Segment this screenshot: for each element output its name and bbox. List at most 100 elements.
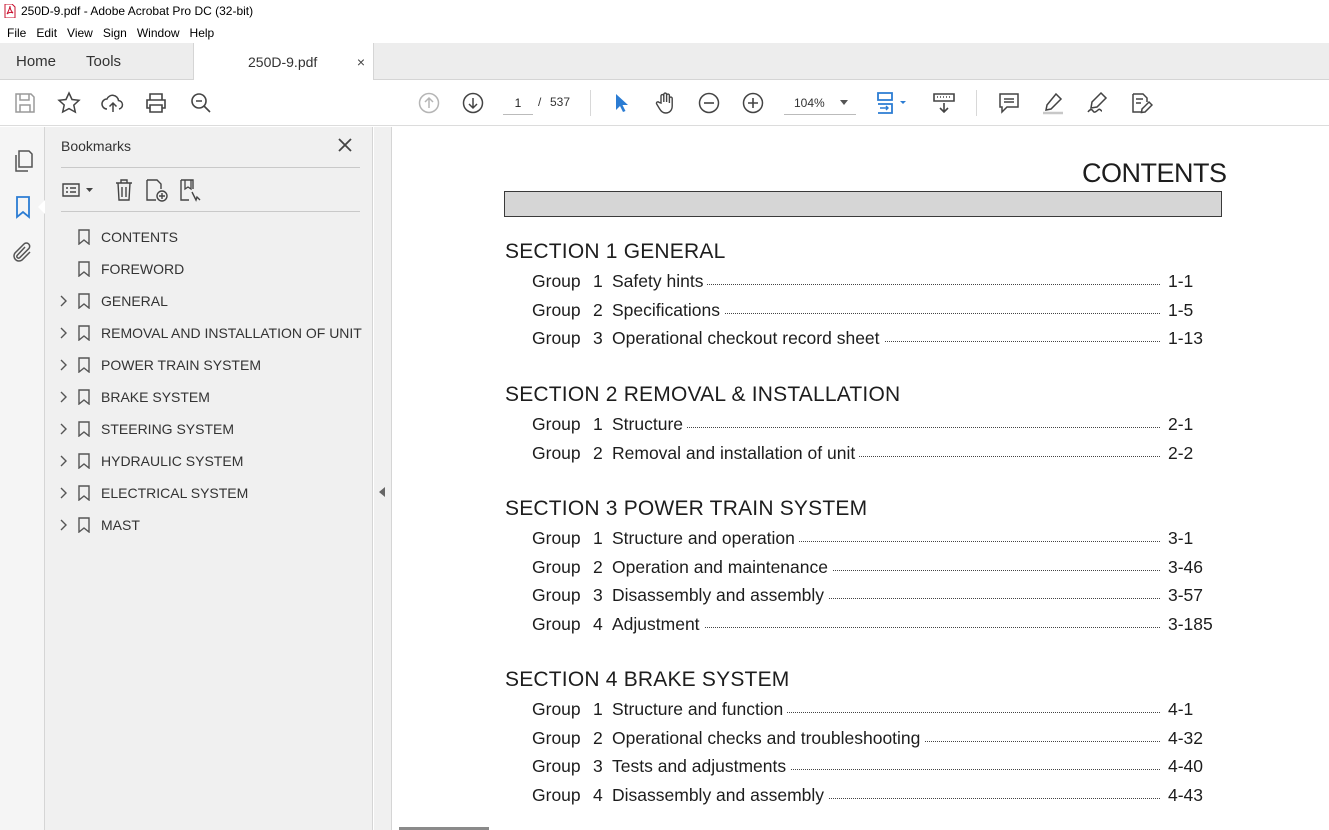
print-icon[interactable] — [144, 91, 168, 115]
bookmark-item-contents[interactable]: CONTENTS — [45, 221, 373, 253]
bookmark-icon — [78, 325, 90, 341]
chevron-right-icon[interactable] — [58, 295, 68, 307]
page-ref: 3-185 — [1168, 613, 1213, 634]
attachments-icon[interactable] — [11, 241, 35, 265]
menu-edit[interactable]: Edit — [31, 26, 62, 40]
sign-icon[interactable] — [1085, 91, 1109, 115]
new-bookmark-icon[interactable] — [143, 177, 169, 203]
page-ref: 4-32 — [1168, 727, 1204, 748]
group-title: Disassembly and assembly — [612, 784, 829, 806]
prev-page-icon[interactable] — [417, 91, 441, 115]
zoom-value: 104% — [794, 95, 825, 110]
menu-help[interactable]: Help — [185, 26, 220, 40]
section-heading[interactable]: SECTION 4 BRAKE SYSTEM — [505, 668, 1225, 696]
close-tab-icon[interactable]: × — [357, 54, 365, 70]
menu-bar: File Edit View Sign Window Help — [0, 22, 1329, 43]
section-heading[interactable]: SECTION 1 GENERAL — [505, 240, 1225, 268]
tab-document[interactable]: 250D-9.pdf × — [193, 43, 375, 81]
menu-view[interactable]: View — [62, 26, 98, 40]
comment-icon[interactable] — [997, 91, 1021, 115]
delete-bookmark-icon[interactable] — [111, 177, 137, 203]
page-ref: 2-1 — [1168, 414, 1194, 434]
select-cursor-icon[interactable] — [609, 91, 633, 115]
page-ref: 4-43 — [1168, 784, 1204, 805]
toc-entry[interactable]: Group 3 Disassembly and assembly 3-57 — [505, 582, 1225, 611]
close-icon[interactable] — [336, 136, 354, 154]
group-title: Safety hints — [612, 271, 708, 292]
menu-window[interactable]: Window — [132, 26, 185, 40]
page-layout-icon[interactable] — [876, 91, 912, 115]
chevron-right-icon[interactable] — [58, 455, 68, 467]
chevron-down-icon — [840, 100, 848, 105]
bookmark-item-foreword[interactable]: FOREWORD — [45, 253, 373, 285]
zoom-select[interactable]: 104% — [784, 91, 856, 115]
toc-entry[interactable]: Group 3 Operational checkout record shee… — [505, 325, 1225, 354]
collapse-panel-icon[interactable] — [379, 487, 385, 497]
chevron-right-icon[interactable] — [58, 519, 68, 531]
bookmark-item-power-train[interactable]: POWER TRAIN SYSTEM — [45, 349, 373, 381]
page-thumbnails-icon[interactable] — [11, 149, 35, 173]
group-label: Group — [532, 528, 581, 548]
toc-entry[interactable]: Group 4 Disassembly and assembly 4-43 — [505, 782, 1225, 811]
chevron-right-icon[interactable] — [58, 327, 68, 339]
toc-entry[interactable]: Group 1 Safety hints 1-1 — [505, 268, 1225, 297]
divider — [61, 211, 360, 212]
document-view[interactable]: CONTENTS SECTION 1 GENERAL Group 1 Safet… — [392, 127, 1329, 830]
group-label: Group — [532, 414, 581, 434]
navigation-rail — [0, 127, 45, 830]
find-bookmark-icon[interactable] — [177, 177, 203, 203]
toc-entry[interactable]: Group 1 Structure 2-1 — [505, 411, 1225, 440]
bookmarks-panel-icon[interactable] — [11, 195, 35, 219]
bookmark-item-removal-installation[interactable]: REMOVAL AND INSTALLATION OF UNIT — [45, 317, 373, 349]
page-ref: 2-2 — [1168, 442, 1194, 463]
menu-file[interactable]: File — [0, 26, 31, 40]
toc-entry[interactable]: Group 3 Tests and adjustments 4-40 — [505, 753, 1225, 782]
toc-entry[interactable]: Group 2 Removal and installation of unit… — [505, 440, 1225, 469]
hand-icon[interactable] — [653, 91, 677, 115]
chevron-right-icon[interactable] — [58, 487, 68, 499]
bookmark-item-hydraulic[interactable]: HYDRAULIC SYSTEM — [45, 445, 373, 477]
toc-entry[interactable]: Group 4 Adjustment 3-185 — [505, 611, 1225, 640]
bookmark-item-mast[interactable]: MAST — [45, 509, 373, 541]
tab-home[interactable]: Home — [0, 43, 56, 79]
bookmark-item-general[interactable]: GENERAL — [45, 285, 373, 317]
chevron-right-icon[interactable] — [58, 423, 68, 435]
group-number: 2 — [593, 727, 603, 748]
toc-entry[interactable]: Group 1 Structure and function 4-1 — [505, 696, 1225, 725]
toolbar-divider — [590, 90, 591, 116]
window-title: 250D-9.pdf - Adobe Acrobat Pro DC (32-bi… — [21, 4, 254, 18]
upload-icon[interactable] — [101, 91, 125, 115]
find-icon[interactable] — [189, 91, 213, 115]
tab-tools[interactable]: Tools — [56, 43, 193, 79]
bookmark-options-icon[interactable] — [61, 177, 95, 203]
section-heading[interactable]: SECTION 2 REMOVAL & INSTALLATION — [505, 383, 1225, 411]
page-ref: 1-5 — [1168, 299, 1194, 320]
toc-entry[interactable]: Group 2 Operation and maintenance 3-46 — [505, 554, 1225, 583]
bookmark-label: STEERING SYSTEM — [101, 421, 235, 437]
zoom-out-icon[interactable] — [697, 91, 721, 115]
highlight-icon[interactable] — [1041, 91, 1065, 115]
save-icon[interactable] — [13, 91, 37, 115]
group-number: 2 — [593, 299, 603, 320]
bookmark-item-electrical[interactable]: ELECTRICAL SYSTEM — [45, 477, 373, 509]
page-number-input[interactable] — [503, 91, 533, 115]
chevron-right-icon[interactable] — [58, 391, 68, 403]
next-page-icon[interactable] — [461, 91, 485, 115]
section-heading[interactable]: SECTION 3 POWER TRAIN SYSTEM — [505, 497, 1225, 525]
toc-entry[interactable]: Group 2 Operational checks and troublesh… — [505, 725, 1225, 754]
edit-icon[interactable] — [1129, 91, 1153, 115]
chevron-right-icon[interactable] — [58, 359, 68, 371]
zoom-in-icon[interactable] — [741, 91, 765, 115]
star-icon[interactable] — [57, 91, 81, 115]
bookmark-item-brake[interactable]: BRAKE SYSTEM — [45, 381, 373, 413]
menu-sign[interactable]: Sign — [98, 26, 132, 40]
contents-heading: CONTENTS — [1082, 158, 1227, 188]
panel-splitter[interactable] — [374, 127, 392, 830]
bookmark-item-steering[interactable]: STEERING SYSTEM — [45, 413, 373, 445]
toc-entry[interactable]: Group 1 Structure and operation 3-1 — [505, 525, 1225, 554]
bookmark-label: FOREWORD — [101, 261, 185, 277]
toc-entry[interactable]: Group 2 Specifications 1-5 — [505, 297, 1225, 326]
tab-bar: Home Tools 250D-9.pdf × — [0, 43, 1329, 81]
group-number: 3 — [593, 756, 603, 777]
scroll-mode-icon[interactable] — [932, 91, 956, 115]
